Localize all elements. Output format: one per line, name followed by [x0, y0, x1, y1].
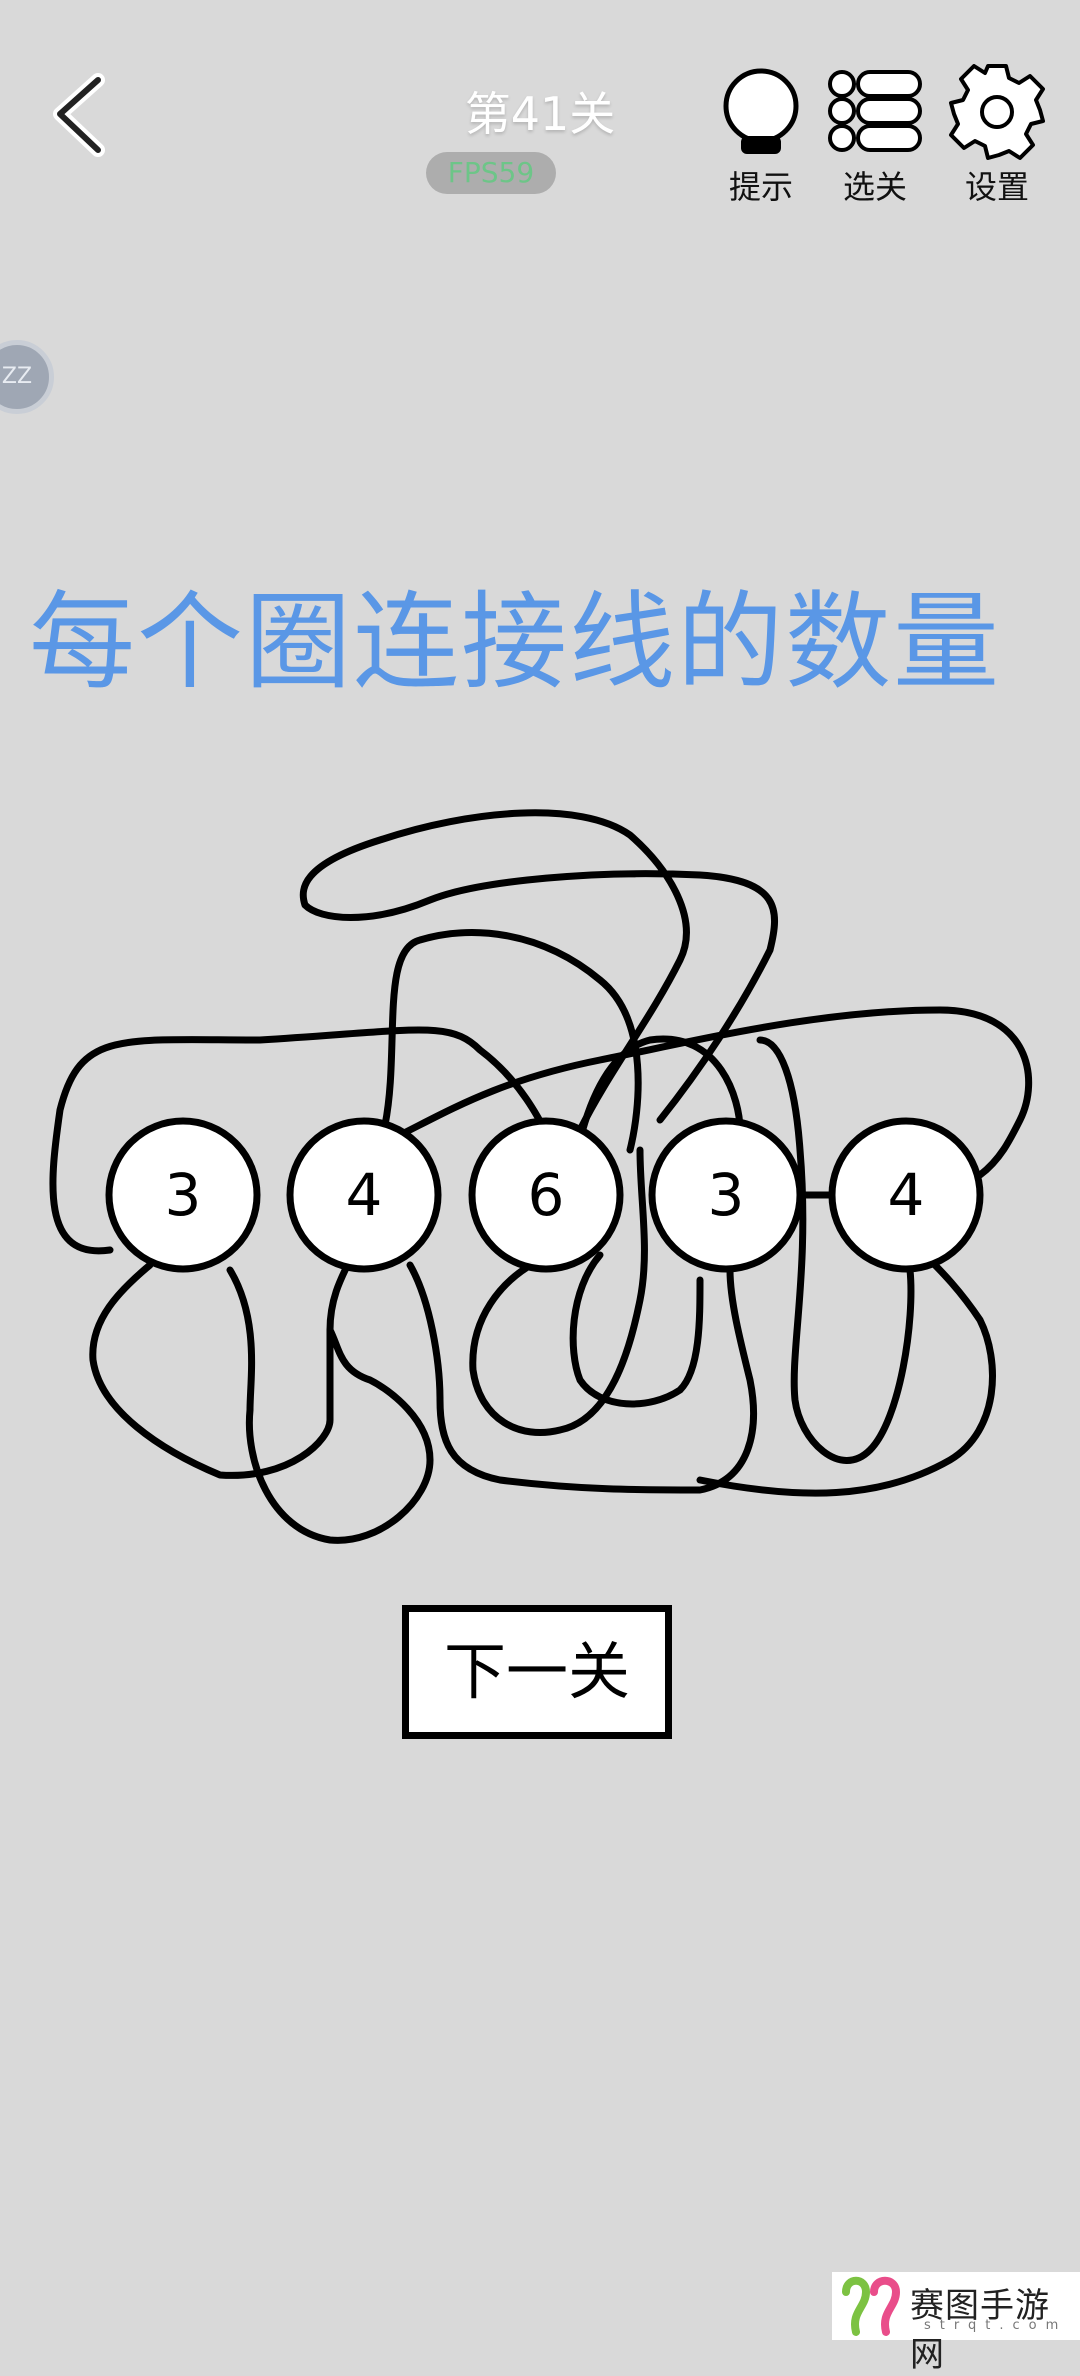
- puzzle-circle-count: 3: [708, 1161, 745, 1229]
- level-list-icon: [828, 70, 922, 152]
- puzzle-circle-5[interactable]: 4: [828, 1117, 984, 1273]
- back-button[interactable]: [40, 62, 130, 172]
- levels-label: 选关: [842, 168, 907, 206]
- puzzle-circle-count: 3: [165, 1161, 202, 1229]
- gear-icon: [949, 64, 1045, 160]
- tangled-lines[interactable]: 3 4 6 3 4: [0, 780, 1080, 1600]
- settings-label: 设置: [964, 168, 1029, 206]
- fps-counter: FPS59: [426, 152, 556, 194]
- puzzle-circle-count: 4: [346, 1161, 383, 1229]
- watermark-logo-icon: [842, 2276, 901, 2336]
- puzzle-title: 每个圈连接线的数量: [29, 581, 1001, 704]
- puzzle-circle-count: 6: [528, 1161, 565, 1229]
- hint-label: 提示: [728, 168, 793, 206]
- settings-button[interactable]: 设置: [942, 64, 1052, 214]
- watermark-subtext: strqt.com: [924, 2318, 1068, 2333]
- puzzle-board[interactable]: 3 4 6 3 4: [0, 780, 1080, 1600]
- watermark: 赛图手游网 strqt.com: [832, 2272, 1080, 2375]
- level-title: 第41关: [464, 87, 616, 141]
- puzzle-circle-3[interactable]: 6: [468, 1117, 624, 1273]
- hint-button[interactable]: 提示: [706, 64, 816, 214]
- puzzle-circle-4[interactable]: 3: [648, 1117, 804, 1273]
- lightbulb-icon: [723, 68, 799, 154]
- level-select-button[interactable]: 选关: [820, 64, 930, 214]
- back-chevron-icon: [53, 73, 105, 157]
- next-level-button[interactable]: 下一关: [402, 1605, 672, 1739]
- puzzle-circle-2[interactable]: 4: [286, 1117, 442, 1273]
- puzzle-circle-1[interactable]: 3: [105, 1117, 261, 1273]
- puzzle-circle-count: 4: [888, 1161, 925, 1229]
- floating-bubble[interactable]: ZZ: [0, 340, 54, 414]
